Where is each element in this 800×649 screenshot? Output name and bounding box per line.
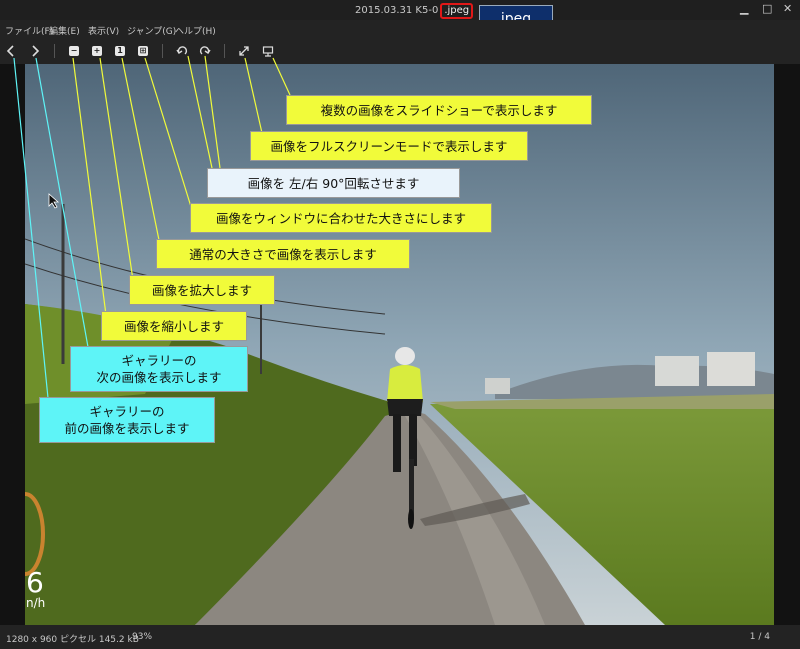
callout-next-line2: 次の画像を表示します <box>96 370 222 385</box>
page-indicator: 1 / 4 <box>749 632 770 642</box>
rotate-left-button[interactable] <box>174 43 190 59</box>
plus-icon: + <box>92 46 102 56</box>
status-bar: 1280 x 960 ピクセル 145.2 kB 93% 1 / 4 <box>0 625 800 649</box>
callout-fit-window: 画像をウィンドウに合わせた大きさにします <box>190 203 492 233</box>
fit-window-button[interactable]: ⊞ <box>135 43 151 59</box>
rotate-left-icon <box>176 46 188 55</box>
slideshow-button[interactable] <box>260 43 276 59</box>
toolbar-separator <box>224 44 225 58</box>
callout-rotate: 画像を 左/右 90°回転させます <box>207 168 460 198</box>
window-title-text: 2015.03.31 K5-0 <box>355 5 439 16</box>
fullscreen-button[interactable] <box>236 43 252 59</box>
callout-prev-line1: ギャラリーの <box>89 404 165 419</box>
callout-actual-size: 通常の大きさで画像を表示します <box>156 239 410 269</box>
rotate-right-icon <box>199 46 211 55</box>
toolbar-separator <box>54 44 55 58</box>
fit-window-icon: ⊞ <box>138 46 148 56</box>
actual-size-button[interactable]: 1 <box>112 43 128 59</box>
callout-fullscreen: 画像をフルスクリーンモードで表示します <box>250 131 528 161</box>
zoom-out-button[interactable]: − <box>66 43 82 59</box>
toolbar-separator <box>162 44 163 58</box>
zoom-in-button[interactable]: + <box>89 43 105 59</box>
speed-overlay-unit: n/h <box>26 596 46 610</box>
speed-overlay-digit: 6 <box>26 566 44 599</box>
slideshow-icon <box>262 46 274 57</box>
chevron-right-icon <box>32 45 40 57</box>
callout-prev-image: ギャラリーの 前の画像を表示します <box>39 397 215 443</box>
minimize-icon[interactable]: ▁ <box>740 2 748 15</box>
next-image-button[interactable] <box>27 43 43 59</box>
callout-zoom-in: 画像を拡大します <box>129 275 275 305</box>
maximize-icon[interactable]: □ <box>762 2 772 15</box>
minus-icon: − <box>69 46 79 56</box>
menu-file[interactable]: ファイル(F) <box>5 24 53 37</box>
menu-edit[interactable]: 編集(E) <box>49 24 80 37</box>
callout-next-line1: ギャラリーの <box>121 353 197 368</box>
callout-prev-line2: 前の画像を表示します <box>64 421 190 436</box>
menu-view[interactable]: 表示(V) <box>88 24 119 37</box>
actual-size-icon: 1 <box>115 46 125 56</box>
rotate-right-button[interactable] <box>197 43 213 59</box>
menu-jump[interactable]: ジャンプ(G) <box>127 24 176 37</box>
image-dimensions: 1280 x 960 ピクセル 145.2 kB <box>6 635 139 645</box>
callout-next-image: ギャラリーの 次の画像を表示します <box>70 346 248 392</box>
callout-zoom-out: 画像を縮小します <box>101 311 247 341</box>
title-bar: 2015.03.31 K5-0 .jpeg ▁ □ ✕ <box>0 0 800 20</box>
menu-bar: ファイル(F) 編集(E) 表示(V) ジャンプ(G) ヘルプ(H) <box>0 20 800 38</box>
chevron-left-icon <box>6 45 14 57</box>
prev-image-button[interactable] <box>3 43 19 59</box>
expand-icon <box>239 46 249 56</box>
menu-help[interactable]: ヘルプ(H) <box>175 24 216 37</box>
close-icon[interactable]: ✕ <box>783 2 792 15</box>
zoom-level: 93% <box>132 632 153 642</box>
window-title: 2015.03.31 K5-0 .jpeg <box>355 3 474 19</box>
mouse-cursor-icon <box>48 193 60 209</box>
callout-slideshow: 複数の画像をスライドショーで表示します <box>286 95 592 125</box>
toolbar: − + 1 ⊞ <box>0 38 800 64</box>
file-extension-highlight: .jpeg <box>440 3 474 19</box>
